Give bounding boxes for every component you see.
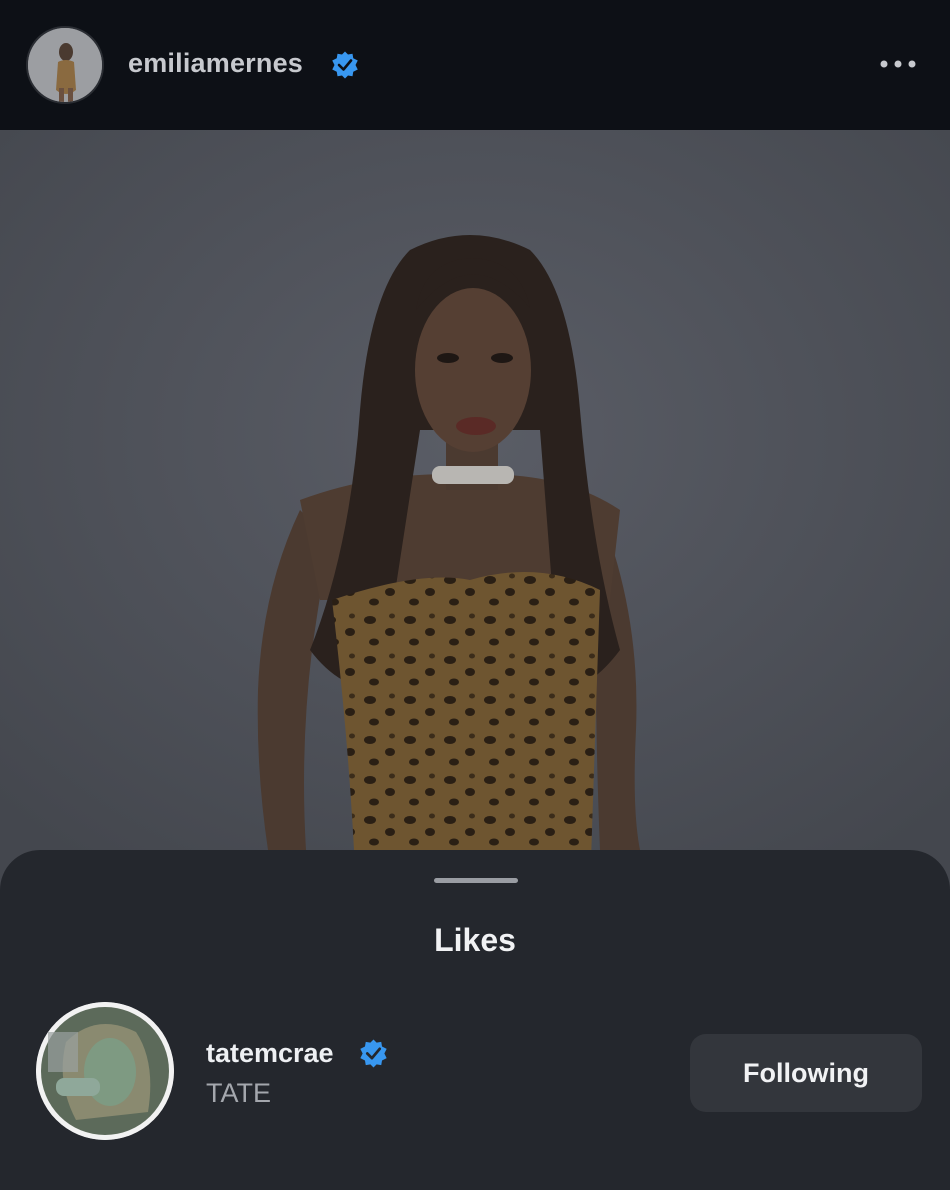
author-username[interactable]: emiliamernes <box>128 48 303 79</box>
likes-sheet: Likes tatemcrae TATE Following <box>0 850 950 1190</box>
post-photo[interactable] <box>0 130 950 890</box>
post-header: emiliamernes <box>0 0 950 130</box>
following-button[interactable]: Following <box>690 1034 922 1112</box>
author-avatar[interactable] <box>26 26 104 104</box>
liker-username[interactable]: tatemcrae <box>206 1038 334 1069</box>
sheet-grabber[interactable] <box>434 878 518 883</box>
verified-badge-icon <box>332 51 358 79</box>
liker-full-name: TATE <box>206 1078 271 1108</box>
more-horizontal-icon[interactable] <box>878 56 918 72</box>
sheet-title: Likes <box>434 922 516 958</box>
verified-badge-icon <box>360 1039 387 1068</box>
avatar[interactable] <box>36 1002 174 1140</box>
list-item[interactable]: tatemcrae TATE Following <box>36 1000 926 1140</box>
